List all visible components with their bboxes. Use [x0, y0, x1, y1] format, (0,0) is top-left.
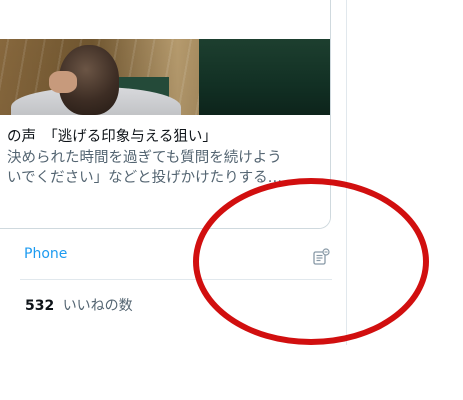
card-description-line-1: 決められた時間を過ぎても質問を続けよう	[7, 150, 282, 166]
card-image	[0, 39, 330, 115]
likes-count: 532	[25, 298, 55, 314]
tweet-source-link[interactable]: Phone	[24, 246, 67, 262]
card-image-table	[199, 39, 330, 115]
annotation-circle	[193, 178, 429, 345]
likes-label: いいねの数	[62, 298, 133, 314]
card-title: の声 「逃げる印象与える狙い」	[7, 129, 217, 145]
card-image-person-hand	[49, 71, 77, 93]
likes-stat[interactable]: 532 いいねの数	[25, 295, 133, 315]
